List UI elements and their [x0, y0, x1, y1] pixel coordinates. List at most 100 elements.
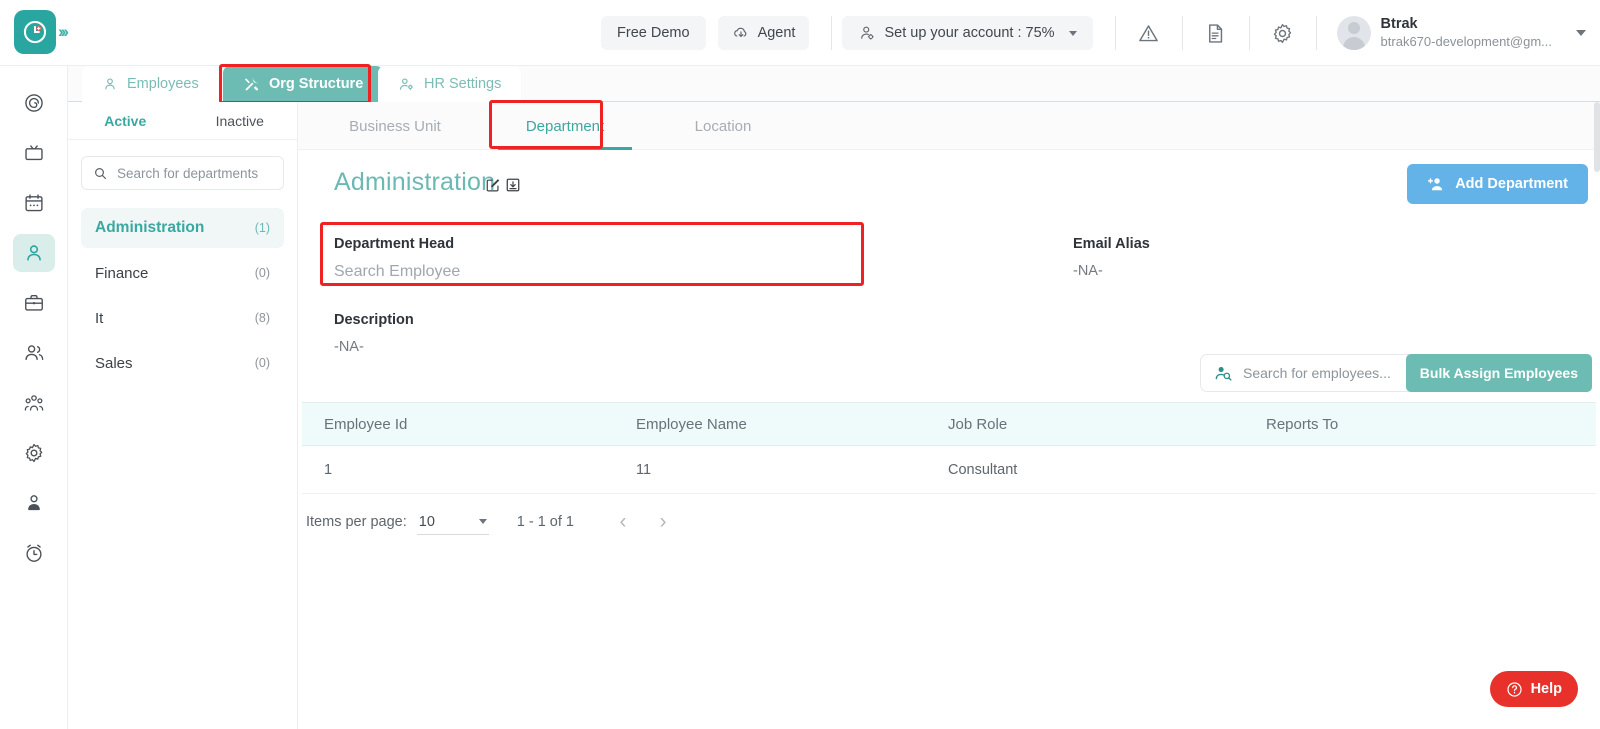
previous-page-button[interactable]: ‹ — [612, 510, 634, 534]
column-header-employee-name: Employee Name — [636, 415, 747, 433]
tab-department[interactable]: Department — [490, 102, 640, 150]
archive-box-icon — [506, 178, 520, 192]
tab-business-unit[interactable]: Business Unit — [320, 102, 470, 150]
tab-org-structure[interactable]: Org Structure — [223, 66, 384, 102]
top-bar-actions: Free Demo Agent Set up your account : 75… — [601, 0, 1592, 66]
bulk-assign-employees-button[interactable]: Bulk Assign Employees — [1405, 354, 1592, 392]
tab-location[interactable]: Location — [658, 102, 788, 150]
email-alias-value: -NA- — [1073, 263, 1103, 279]
department-name: It — [95, 309, 104, 327]
employees-table: Employee Id Employee Name Job Role Repor… — [302, 402, 1596, 494]
setup-account-button[interactable]: Set up your account : 75% — [842, 16, 1093, 50]
department-item-finance[interactable]: Finance (0) — [81, 253, 284, 293]
agent-button[interactable]: Agent — [717, 16, 810, 50]
content-area: Business Unit Department Location Admini… — [298, 102, 1600, 729]
rail-item-settings[interactable] — [13, 434, 55, 472]
rail-item-screen[interactable] — [13, 134, 55, 172]
rail-item-people[interactable] — [12, 234, 55, 272]
settings-button[interactable] — [1260, 13, 1306, 53]
add-person-icon — [1428, 178, 1443, 191]
pagination-nav: ‹ › — [612, 510, 674, 534]
help-label: Help — [1530, 681, 1562, 697]
status-tab-bar: Active Inactive — [68, 102, 297, 140]
search-employees-input[interactable]: Search for employees... — [1200, 354, 1422, 392]
tab-hr-settings[interactable]: HR Settings — [378, 66, 522, 102]
tab-active[interactable]: Active — [68, 102, 183, 139]
help-button[interactable]: Help — [1489, 671, 1578, 707]
divider — [831, 16, 833, 50]
divider — [1181, 16, 1183, 50]
department-item-administration[interactable]: Administration (1) — [81, 208, 284, 248]
person-gear-icon — [399, 77, 413, 90]
table-header-row: Employee Id Employee Name Job Role Repor… — [302, 402, 1596, 446]
document-icon — [1209, 23, 1223, 43]
rail-item-calendar[interactable] — [13, 184, 55, 222]
tab-active-label: Active — [104, 112, 147, 129]
gear-icon — [1273, 23, 1292, 43]
column-header-reports-to: Reports To — [1266, 415, 1339, 433]
email-alias-label: Email Alias — [1073, 236, 1150, 252]
rail-item-group[interactable] — [13, 384, 55, 422]
clock-badge-icon — [23, 20, 47, 44]
items-per-page-value: 10 — [418, 513, 435, 530]
free-demo-button[interactable]: Free Demo — [601, 16, 706, 50]
tab-inactive[interactable]: Inactive — [183, 102, 298, 139]
rail-item-briefcase[interactable] — [13, 284, 55, 322]
app-logo[interactable] — [14, 10, 56, 54]
gear-icon — [25, 443, 42, 463]
calendar-icon — [24, 194, 43, 212]
briefcase-icon — [24, 294, 43, 311]
tv-screen-icon — [24, 145, 43, 161]
items-per-page-select[interactable]: 10 — [416, 509, 489, 535]
chevron-down-icon — [478, 519, 487, 524]
department-head-input[interactable]: Search Employee — [334, 263, 842, 285]
archive-department-button[interactable] — [505, 177, 521, 198]
sub-tab-bar: Business Unit Department Location — [298, 102, 1600, 150]
cell-job-role: Consultant — [948, 461, 1018, 478]
user-menu[interactable]: Btrak btrak670-development@gm... — [1327, 16, 1592, 50]
cell-employee-name: 11 — [636, 461, 652, 478]
department-count: (0) — [254, 266, 270, 280]
edit-pencil-square-icon — [486, 179, 500, 192]
rail-item-target[interactable] — [13, 84, 55, 122]
description-label: Description — [334, 312, 414, 328]
edit-department-button[interactable] — [485, 177, 501, 198]
department-panel: Active Inactive Search for departments A… — [68, 102, 298, 729]
column-header-employee-id: Employee Id — [324, 415, 408, 433]
department-item-sales[interactable]: Sales (0) — [81, 343, 284, 383]
setup-account-label: Set up your account : 75% — [884, 25, 1055, 41]
avatar — [1336, 16, 1371, 50]
vertical-scrollbar[interactable] — [1594, 102, 1600, 172]
user-name: Btrak — [1380, 16, 1418, 32]
next-page-button[interactable]: › — [652, 510, 674, 534]
user-profile-icon — [27, 495, 40, 511]
tab-employees[interactable]: Employees — [82, 66, 219, 102]
department-count: (0) — [254, 356, 270, 370]
tab-location-label: Location — [694, 117, 752, 135]
search-departments-input[interactable]: Search for departments — [81, 156, 284, 190]
tab-employees-label: Employees — [127, 76, 199, 92]
department-name: Administration — [95, 219, 205, 236]
top-bar: ››› Free Demo Agent Set up your account … — [0, 0, 1600, 66]
agent-label: Agent — [757, 25, 796, 41]
chevron-down-icon — [1068, 30, 1077, 36]
add-department-button[interactable]: Add Department — [1407, 164, 1588, 204]
department-count: (8) — [254, 311, 270, 325]
documents-button[interactable] — [1193, 13, 1239, 53]
warning-triangle-icon — [1139, 24, 1158, 41]
rail-item-two-people[interactable] — [13, 334, 55, 372]
rail-item-profile[interactable] — [13, 484, 55, 522]
add-department-label: Add Department — [1455, 176, 1568, 192]
alarm-clock-icon — [25, 544, 42, 562]
warning-button[interactable] — [1126, 13, 1172, 53]
department-item-it[interactable]: It (8) — [81, 298, 284, 338]
group-people-icon — [24, 395, 43, 411]
sidebar-expand-icon[interactable]: ››› — [58, 22, 69, 42]
table-row[interactable]: 1 11 Consultant — [302, 446, 1596, 494]
department-form: Department Head Search Employee Descript… — [298, 216, 1600, 355]
tab-org-structure-label: Org Structure — [269, 76, 364, 92]
page-title: Administration — [334, 168, 496, 196]
rail-item-alarm[interactable] — [13, 534, 55, 572]
person-icon — [105, 78, 115, 90]
divider — [1248, 16, 1250, 50]
